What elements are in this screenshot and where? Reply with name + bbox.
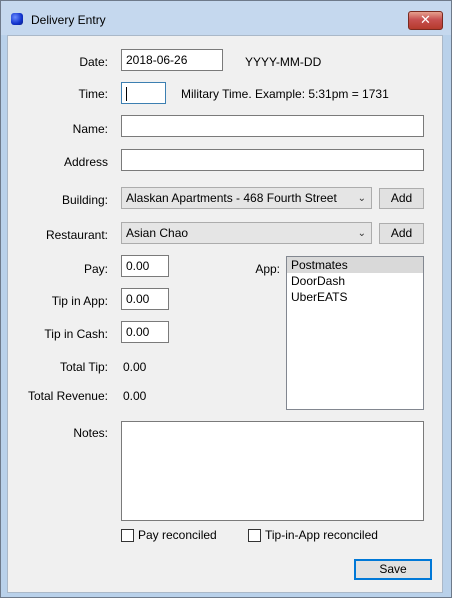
tip-in-app-field[interactable]: 0.00 <box>121 288 169 310</box>
total-tip-label: Total Tip: <box>59 360 108 374</box>
pay-reconciled-label: Pay reconciled <box>138 528 217 542</box>
total-revenue-value: 0.00 <box>123 389 147 403</box>
restaurant-label: Restaurant: <box>45 228 108 242</box>
tip-in-app-label: Tip in App: <box>51 294 108 308</box>
app-label: App: <box>255 262 280 276</box>
date-format-hint: YYYY-MM-DD <box>245 55 322 69</box>
time-format-hint: Military Time. Example: 5:31pm = 1731 <box>181 87 389 101</box>
notes-textarea[interactable] <box>121 421 424 521</box>
pay-reconciled-box[interactable] <box>121 528 134 542</box>
name-label: Name: <box>72 122 108 136</box>
address-field[interactable] <box>121 149 424 171</box>
tip-reconciled-box[interactable] <box>248 528 261 542</box>
close-button[interactable]: ✕ <box>408 11 443 30</box>
app-icon <box>11 13 23 25</box>
date-label: Date: <box>79 55 108 69</box>
total-revenue-label: Total Revenue: <box>27 389 108 403</box>
notes-label: Notes: <box>73 426 108 440</box>
time-field[interactable] <box>121 82 166 104</box>
pay-label: Pay: <box>83 262 108 276</box>
add-restaurant-button[interactable]: Add <box>379 223 424 244</box>
app-option-doordash[interactable]: DoorDash <box>287 273 423 289</box>
chevron-down-icon: ⌄ <box>357 228 366 239</box>
text-caret <box>126 86 127 101</box>
date-field[interactable]: 2018-06-26 <box>121 49 223 71</box>
name-field[interactable] <box>121 115 424 137</box>
tip-reconciled-label: Tip-in-App reconciled <box>265 528 378 542</box>
restaurant-dropdown[interactable]: Asian Chao ⌄ <box>121 222 372 244</box>
app-option-postmates[interactable]: Postmates <box>287 257 423 273</box>
tip-in-cash-label: Tip in Cash: <box>44 327 108 341</box>
app-option-ubereats[interactable]: UberEATS <box>287 289 423 305</box>
time-label: Time: <box>78 87 108 101</box>
building-label: Building: <box>61 193 108 207</box>
close-icon: ✕ <box>420 12 431 27</box>
total-tip-value: 0.00 <box>123 360 147 374</box>
pay-field[interactable]: 0.00 <box>121 255 169 277</box>
pay-reconciled-checkbox[interactable]: Pay reconciled <box>121 528 217 542</box>
restaurant-selected: Asian Chao <box>126 226 189 240</box>
title-bar[interactable]: Delivery Entry ✕ <box>1 1 451 35</box>
building-selected: Alaskan Apartments - 468 Fourth Street <box>126 191 337 205</box>
window-title: Delivery Entry <box>31 13 106 27</box>
address-label: Address <box>63 155 108 169</box>
delivery-entry-window: Delivery Entry ✕ Date: 2018-06-26 YYYY-M… <box>0 0 452 598</box>
chevron-down-icon: ⌄ <box>357 193 366 204</box>
app-listbox[interactable]: Postmates DoorDash UberEATS <box>286 256 424 410</box>
save-button[interactable]: Save <box>354 559 432 580</box>
add-building-button[interactable]: Add <box>379 188 424 209</box>
building-dropdown[interactable]: Alaskan Apartments - 468 Fourth Street ⌄ <box>121 187 372 209</box>
form-area: Date: 2018-06-26 YYYY-MM-DD Time: Milita… <box>7 35 443 593</box>
tip-in-cash-field[interactable]: 0.00 <box>121 321 169 343</box>
tip-reconciled-checkbox[interactable]: Tip-in-App reconciled <box>248 528 378 542</box>
